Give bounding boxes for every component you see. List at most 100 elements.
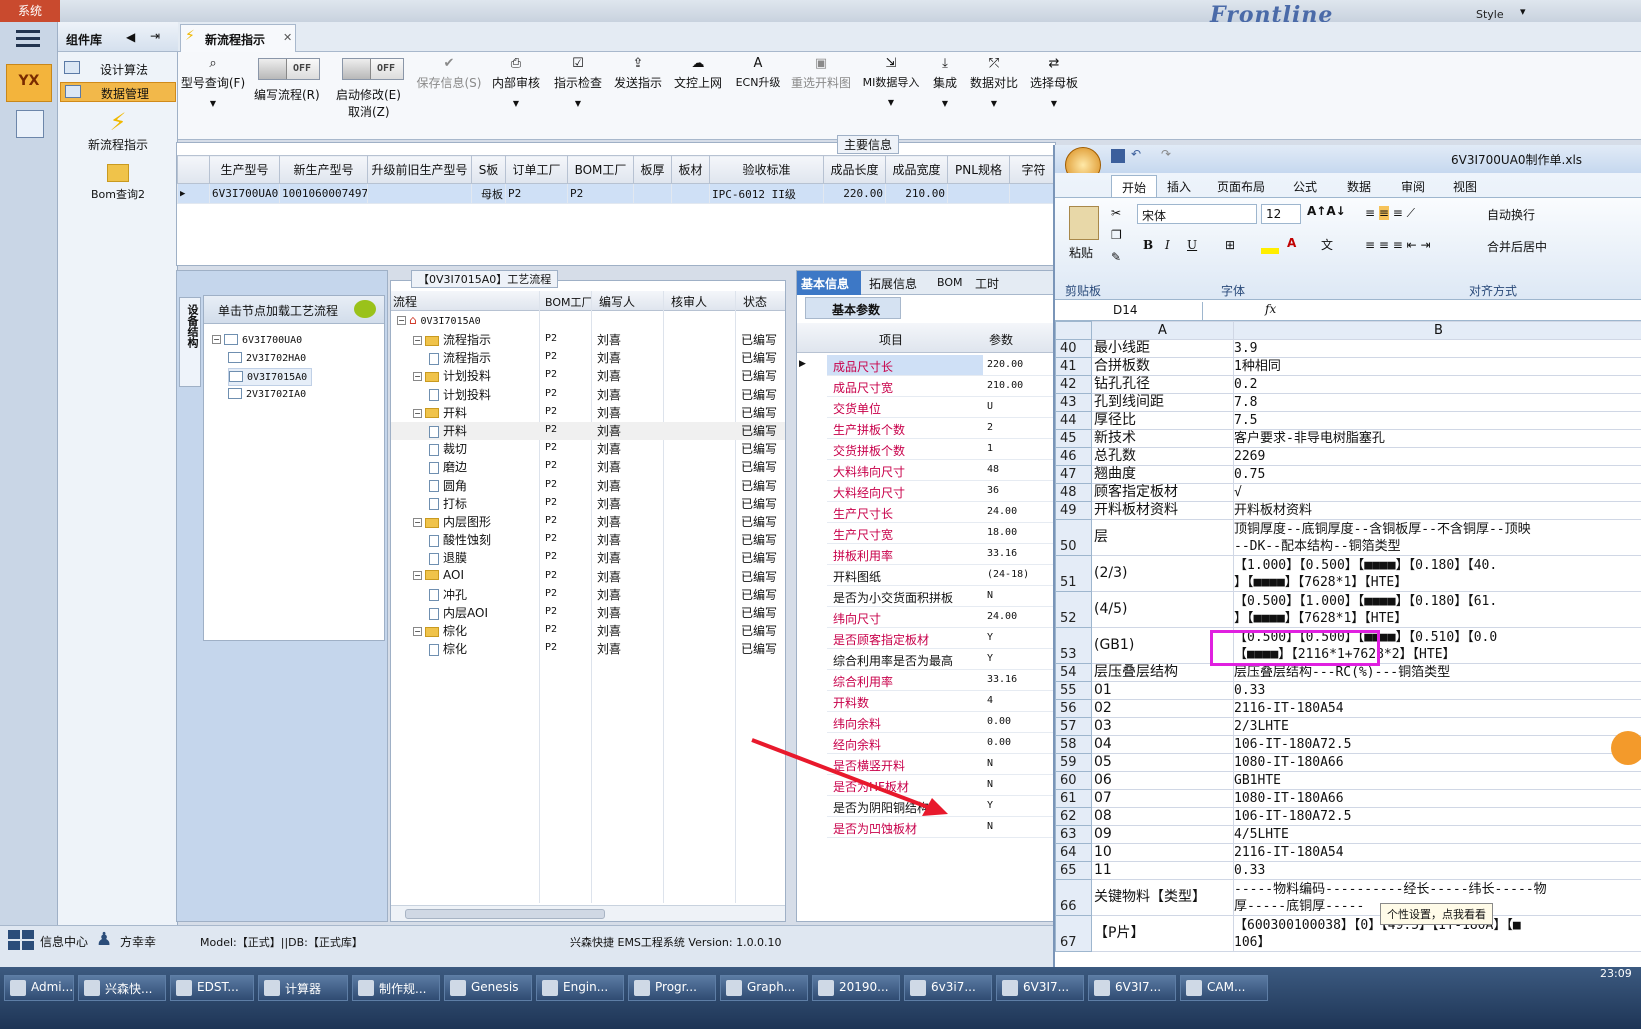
bom-query-tool[interactable]: Bom查询2 [68, 162, 168, 208]
cell-a[interactable]: (2/3) [1091, 555, 1234, 592]
clipboard-icon[interactable] [1069, 206, 1099, 240]
collapse-icon[interactable]: − [413, 570, 422, 580]
select-board-button[interactable]: ⇄ 选择母板 ▼ [1026, 56, 1082, 108]
tab-bom[interactable]: BOM [937, 276, 963, 289]
cell-b[interactable]: 1080-IT-180A66 [1233, 789, 1641, 808]
row-number[interactable]: 57 [1055, 717, 1092, 736]
taskbar-button[interactable]: Graph... [720, 975, 808, 1001]
style-menu[interactable]: Style [1476, 8, 1504, 21]
row-number[interactable]: 42 [1055, 375, 1092, 394]
fill-color-icon[interactable] [1261, 248, 1279, 254]
cell-a[interactable]: 孔到线间距 [1091, 393, 1234, 412]
cell-a[interactable]: (4/5) [1091, 591, 1234, 628]
tab-view[interactable]: 视图 [1453, 178, 1477, 195]
cell-a[interactable]: 钻孔孔径 [1091, 375, 1234, 394]
taskbar-button[interactable]: 6V3I7... [996, 975, 1084, 1001]
cell-b[interactable]: 2116-IT-180A54 [1233, 699, 1641, 718]
cell-b[interactable]: 0.75 [1233, 465, 1641, 484]
save-button[interactable]: ✔ 保存信息(S) [416, 56, 482, 91]
collapse-icon[interactable]: − [413, 518, 422, 527]
menu-icon[interactable] [16, 28, 40, 48]
column-header[interactable]: 板厚 [633, 155, 672, 184]
param-row[interactable]: 开料数 4 [827, 691, 1079, 712]
cell-a[interactable]: 关键物料【类型】 [1091, 879, 1234, 916]
flow-row[interactable]: 酸性蚀刻 P2 刘喜 已编写 [391, 531, 785, 549]
scroll-thumb[interactable] [405, 909, 605, 919]
database-icon[interactable] [16, 110, 44, 138]
cell-a[interactable]: 翘曲度 [1091, 465, 1234, 484]
column-header[interactable]: 验收标准 [709, 155, 824, 184]
upload-web-button[interactable]: ☁ 文控上网 [670, 56, 726, 91]
cell-b[interactable]: 开料板材资料 [1233, 501, 1641, 520]
sheet-row[interactable]: 64 10 2116-IT-180A54 [1055, 843, 1641, 862]
chat-icon[interactable] [354, 300, 376, 318]
tree-node-selected[interactable]: 0V3I7015A0 [228, 368, 313, 386]
chevron-down-icon[interactable]: ▾ [1520, 5, 1526, 18]
instruction-check-button[interactable]: ☑ 指示检查 ▼ [550, 56, 606, 108]
row-number[interactable]: 49 [1055, 501, 1092, 520]
tab-extended-info[interactable]: 拓展信息 [869, 275, 917, 292]
taskbar-button[interactable]: 20190... [812, 975, 900, 1001]
tab-structure[interactable]: 设备结构 [179, 297, 201, 387]
flow-row[interactable]: − 棕化 P2 刘喜 已编写 [391, 622, 785, 640]
row-number[interactable]: 54 [1055, 663, 1092, 682]
taskbar-button[interactable]: Progr... [628, 975, 716, 1001]
cell-a[interactable]: 厚径比 [1091, 411, 1234, 430]
flow-row[interactable]: 裁切 P2 刘喜 已编写 [391, 440, 785, 458]
row-number[interactable]: 64 [1055, 843, 1092, 862]
cell-b[interactable]: 7.8 [1233, 393, 1641, 412]
undo-icon[interactable]: ↶ [1131, 147, 1141, 161]
function-icon[interactable]: fx [1265, 302, 1276, 316]
floating-badge[interactable] [1611, 731, 1641, 765]
sheet-row[interactable]: 50 层顶铜厚度--底铜厚度--含铜板厚--不含铜厚--顶映 --DK--配本结构-… [1055, 519, 1641, 556]
row-number[interactable]: 63 [1055, 825, 1092, 844]
column-header[interactable]: 项目 [879, 331, 903, 348]
param-row[interactable]: 生产尺寸长 24.00 [827, 502, 1079, 523]
font-grow-icon[interactable]: A↑A↓ [1307, 204, 1347, 224]
tab-home[interactable]: 开始 [1111, 175, 1157, 197]
param-row[interactable]: 综合利用率是否为最高 Y [827, 649, 1079, 670]
column-header[interactable]: 状态 [743, 293, 767, 310]
table-cell[interactable] [367, 183, 472, 204]
flow-row[interactable]: 冲孔 P2 刘喜 已编写 [391, 586, 785, 604]
tab-data[interactable]: 数据 [1347, 178, 1371, 195]
cell-a[interactable]: 08 [1091, 807, 1234, 826]
flow-row[interactable]: − 流程指示 P2 刘喜 已编写 [391, 331, 785, 349]
cell-b[interactable]: 4/5LHTE [1233, 825, 1641, 844]
data-compare-button[interactable]: ⤱ 数据对比 ▼ [966, 56, 1022, 108]
cell-a[interactable]: 02 [1091, 699, 1234, 718]
column-header[interactable]: S板 [471, 155, 506, 184]
row-number[interactable]: 58 [1055, 735, 1092, 754]
column-header[interactable]: 编写人 [599, 293, 635, 310]
column-header[interactable]: 升级前旧生产型号 [367, 155, 472, 184]
sheet-row[interactable]: 57 03 2/3LHTE [1055, 717, 1641, 736]
sheet-row[interactable]: 47 翘曲度 0.75 [1055, 465, 1641, 484]
column-header[interactable]: 参数 [989, 331, 1013, 348]
close-icon[interactable]: ✕ [283, 31, 292, 44]
flow-row[interactable]: − AOI P2 刘喜 已编写 [391, 568, 785, 586]
cell-a[interactable]: 顾客指定板材 [1091, 483, 1234, 502]
param-row[interactable]: 交货拼板个数 1 [827, 439, 1079, 460]
cell-b[interactable]: 1种相同 [1233, 357, 1641, 376]
column-header-b[interactable]: B [1233, 321, 1641, 340]
taskbar-button[interactable]: Engin... [536, 975, 624, 1001]
collapse-icon[interactable]: − [397, 316, 406, 325]
internal-review-button[interactable]: ⎙ 内部审核 ▼ [488, 56, 544, 108]
param-row[interactable]: 大料纬向尺寸 48 [827, 460, 1079, 481]
cell-b[interactable]: 顶铜厚度--底铜厚度--含铜板厚--不含铜厚--顶映 --DK--配本结构--铜箔… [1233, 519, 1641, 556]
param-row[interactable]: 是否为小交货面积拼板 N [827, 586, 1079, 607]
flow-row[interactable]: 圆角 P2 刘喜 已编写 [391, 477, 785, 495]
table-cell[interactable] [947, 183, 1010, 204]
tab-new-flow[interactable]: ⚡ 新流程指示 ✕ [180, 24, 296, 52]
system-button[interactable]: 系统 [0, 0, 60, 22]
taskbar-button[interactable]: 计算器 [258, 975, 348, 1001]
cell-b[interactable]: 0.33 [1233, 681, 1641, 700]
sheet-row[interactable]: 67 【P片】 【600300100038】【0】【49.5】【IT-180A】【■… [1055, 915, 1641, 952]
write-flow-toggle[interactable]: OFF [258, 58, 320, 80]
tab-work-hours[interactable]: 工时 [975, 275, 999, 292]
cell-b[interactable]: 【0.500】【1.000】【■■■■】【0.180】【61. 】【■■■■】【7… [1233, 591, 1641, 628]
row-number[interactable]: 55 [1055, 681, 1092, 700]
grid-icon[interactable] [8, 930, 34, 950]
cell-a[interactable]: 层压叠层结构 [1091, 663, 1234, 682]
sidebar-item-design-algorithm[interactable]: 设计算法 [60, 58, 176, 78]
